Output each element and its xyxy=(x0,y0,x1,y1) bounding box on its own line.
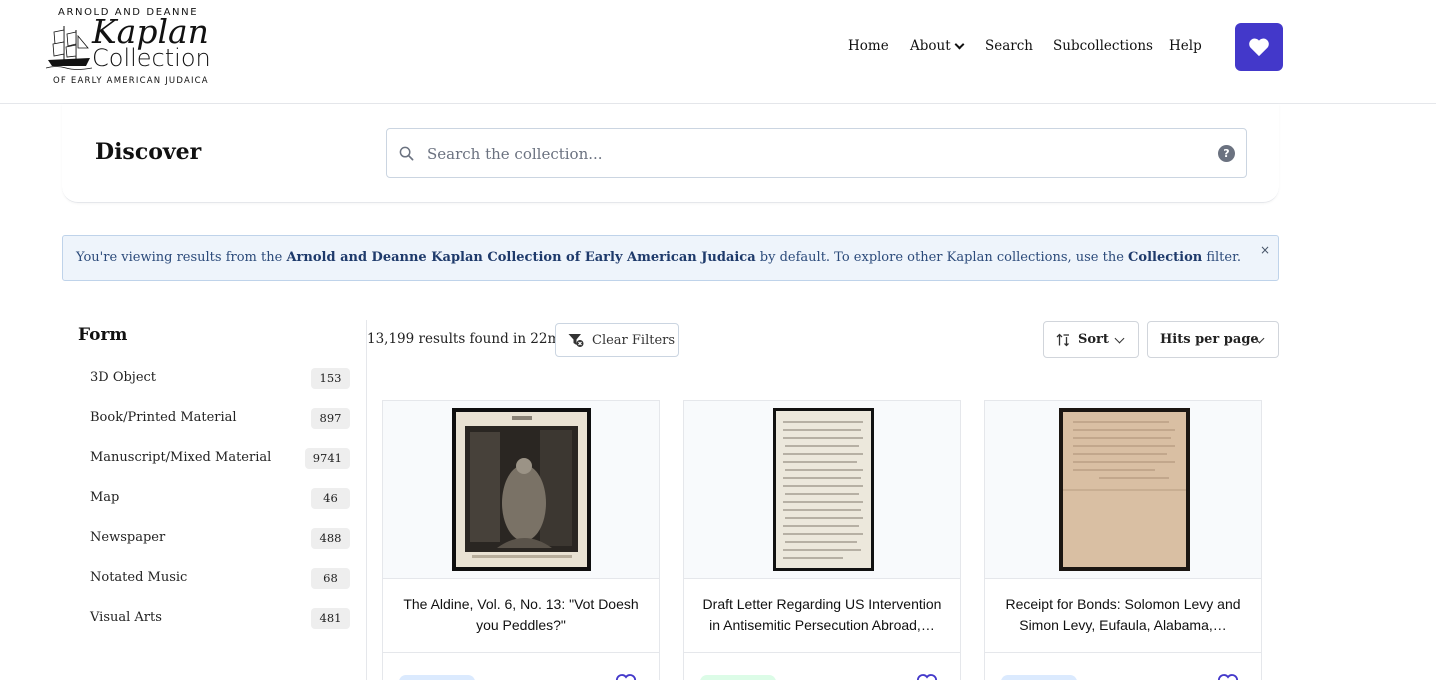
heart-outline-icon[interactable] xyxy=(615,673,637,680)
notice-collection-name: Arnold and Deanne Kaplan Collection of E… xyxy=(286,250,756,265)
results-count: 13,199 results found in 22ms xyxy=(367,331,568,347)
sidebar-divider xyxy=(366,320,367,680)
filter-clear-icon xyxy=(568,333,584,347)
facet-count: 68 xyxy=(311,568,350,589)
card-divider xyxy=(684,652,960,653)
notice-prefix: You're viewing results from the xyxy=(76,250,287,265)
card-divider xyxy=(383,652,659,653)
notice-text: You're viewing results from the Arnold a… xyxy=(76,250,1241,265)
facet-count: 481 xyxy=(311,608,350,629)
favorites-button[interactable] xyxy=(1235,23,1283,71)
facet-item[interactable]: Visual Arts 481 xyxy=(78,599,350,639)
chevron-down-icon xyxy=(1114,333,1125,344)
chevron-down-icon xyxy=(954,39,965,49)
sort-dropdown[interactable]: Sort xyxy=(1043,321,1139,358)
result-card[interactable]: The Aldine, Vol. 6, No. 13: "Vot Doesh y… xyxy=(382,400,660,680)
facet-label: 3D Object xyxy=(90,370,157,385)
heart-outline-icon[interactable] xyxy=(1217,673,1239,680)
logo-bottom-line: OF EARLY AMERICAN JUDAICA xyxy=(53,76,209,86)
card-tag xyxy=(700,675,776,680)
facet-label: Visual Arts xyxy=(90,610,162,625)
ship-icon xyxy=(46,26,92,70)
notice-middle: by default. To explore other Kaplan coll… xyxy=(755,250,1129,265)
facet-list: 3D Object 153 Book/Printed Material 897 … xyxy=(78,359,350,639)
notice-filter-name: Collection xyxy=(1128,250,1203,265)
facet-item[interactable]: Manuscript/Mixed Material 9741 xyxy=(78,439,350,479)
page-title: Discover xyxy=(95,139,202,165)
search-help-icon[interactable]: ? xyxy=(1218,145,1235,162)
sort-label: Sort xyxy=(1078,332,1109,347)
card-title[interactable]: The Aldine, Vol. 6, No. 13: "Vot Doesh y… xyxy=(383,594,659,636)
hits-per-page-label: Hits per page xyxy=(1160,332,1259,347)
facet-title: Form xyxy=(78,325,128,345)
facet-label: Notated Music xyxy=(90,570,188,585)
result-card[interactable]: Receipt for Bonds: Solomon Levy and Simo… xyxy=(984,400,1262,680)
nav-home[interactable]: Home xyxy=(848,38,889,54)
facet-count: 9741 xyxy=(304,448,350,469)
engraving-image xyxy=(452,408,591,571)
card-divider xyxy=(985,652,1261,653)
search-icon xyxy=(399,146,414,161)
facet-item[interactable]: Book/Printed Material 897 xyxy=(78,399,350,439)
facet-item[interactable]: Newspaper 488 xyxy=(78,519,350,559)
sort-icon xyxy=(1056,333,1069,346)
heart-outline-icon[interactable] xyxy=(916,673,938,680)
search-box: ? xyxy=(386,128,1247,178)
facet-label: Newspaper xyxy=(90,530,166,545)
manuscript-letter-image xyxy=(773,408,874,571)
facet-item[interactable]: 3D Object 153 xyxy=(78,359,350,399)
receipt-document-image xyxy=(1059,408,1190,571)
facet-item[interactable]: Map 46 xyxy=(78,479,350,519)
notice-suffix: filter. xyxy=(1202,250,1241,265)
site-header: ARNOLD AND DEANNE Kaplan Collection OF E… xyxy=(0,0,1436,104)
facet-item[interactable]: Notated Music 68 xyxy=(78,559,350,599)
collection-notice: You're viewing results from the Arnold a… xyxy=(62,235,1279,281)
facet-count: 153 xyxy=(311,368,350,389)
close-icon[interactable]: × xyxy=(1260,243,1270,257)
card-thumbnail xyxy=(985,401,1261,579)
nav-about[interactable]: About xyxy=(910,38,965,54)
facet-label: Book/Printed Material xyxy=(90,410,237,425)
clear-filters-button[interactable]: Clear Filters xyxy=(555,323,679,357)
result-card[interactable]: Draft Letter Regarding US Intervention i… xyxy=(683,400,961,680)
nav-subcollections[interactable]: Subcollections xyxy=(1053,38,1153,54)
nav-search[interactable]: Search xyxy=(985,38,1033,54)
card-tag xyxy=(399,675,475,680)
facet-label: Map xyxy=(90,490,120,505)
kaplan-collection-logo[interactable]: ARNOLD AND DEANNE Kaplan Collection OF E… xyxy=(46,6,218,88)
nav-about-label: About xyxy=(910,38,951,54)
hits-per-page-dropdown[interactable]: Hits per page xyxy=(1147,321,1279,358)
facet-count: 897 xyxy=(311,408,350,429)
heart-icon xyxy=(1249,38,1269,57)
nav-help[interactable]: Help xyxy=(1169,38,1202,54)
card-tag xyxy=(1001,675,1077,680)
facet-count: 488 xyxy=(311,528,350,549)
card-thumbnail xyxy=(383,401,659,579)
card-title[interactable]: Draft Letter Regarding US Intervention i… xyxy=(684,594,960,636)
card-thumbnail xyxy=(684,401,960,579)
facet-label: Manuscript/Mixed Material xyxy=(90,450,272,465)
facet-count: 46 xyxy=(311,488,350,509)
search-input[interactable] xyxy=(427,139,1207,169)
card-title[interactable]: Receipt for Bonds: Solomon Levy and Simo… xyxy=(985,594,1261,636)
clear-filters-label: Clear Filters xyxy=(592,332,676,348)
logo-collection: Collection xyxy=(92,44,211,72)
